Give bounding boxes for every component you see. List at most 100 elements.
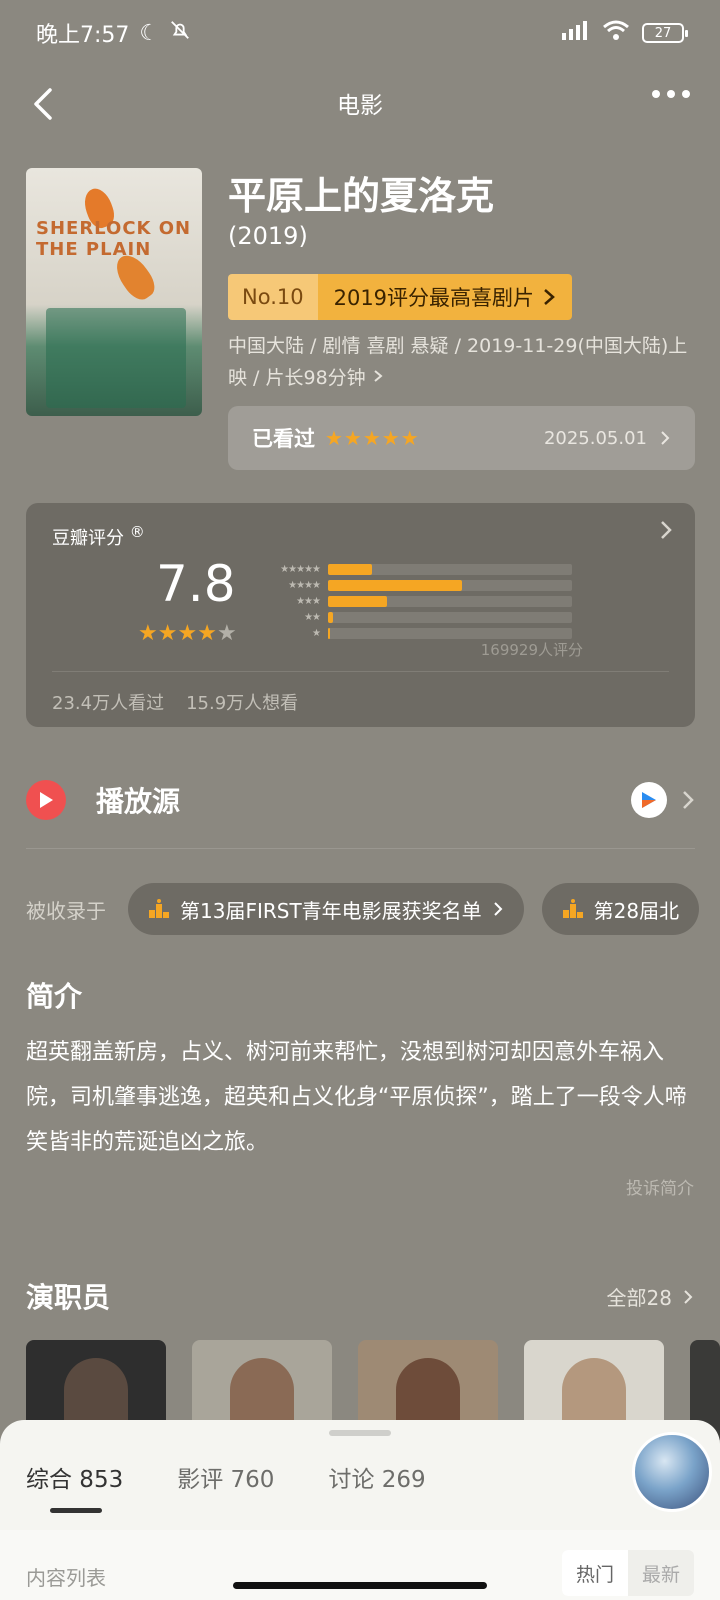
included-label: 被收录于 bbox=[26, 898, 106, 923]
play-icon bbox=[26, 780, 66, 820]
rank-label-text: 2019评分最高喜剧片 bbox=[333, 286, 535, 310]
signal-icon bbox=[558, 20, 590, 46]
movie-poster[interactable]: SHERLOCK ON THE PLAIN bbox=[26, 168, 202, 416]
status-bar: 晚上7:57 ☾ 27 bbox=[0, 0, 720, 66]
more-dot-icon bbox=[682, 90, 690, 98]
ranking-icon bbox=[562, 899, 583, 918]
included-lists: 被收录于 第13届FIRST青年电影展获奖名单 第28届北 bbox=[26, 883, 720, 935]
divider bbox=[52, 671, 669, 672]
distribution-track bbox=[328, 595, 572, 607]
distribution-bar bbox=[328, 595, 387, 607]
star-filled-icon: ★ bbox=[197, 621, 217, 646]
movie-year: (2019) bbox=[228, 222, 308, 250]
battery-indicator: 27 bbox=[642, 23, 688, 43]
rating-label: 豆瓣评分 ® bbox=[52, 523, 145, 550]
chevron-right-icon bbox=[683, 791, 694, 809]
distribution-bar bbox=[328, 563, 372, 575]
sort-toggle: 热门 最新 bbox=[561, 1550, 694, 1596]
divider bbox=[26, 848, 695, 849]
distribution-bar bbox=[328, 627, 331, 639]
distribution-row: ★★★★ bbox=[266, 577, 616, 593]
ranking-icon bbox=[149, 899, 169, 918]
rating-stars: ★★★★★ bbox=[138, 621, 237, 646]
chevron-right-icon bbox=[661, 431, 670, 445]
star-filled-icon: ★ bbox=[157, 621, 178, 646]
tab-discussions[interactable]: 讨论 269 bbox=[328, 1460, 425, 1494]
poster-water bbox=[46, 308, 186, 408]
back-button[interactable] bbox=[22, 82, 66, 126]
cast-all-label: 全部28 bbox=[606, 1286, 672, 1310]
movie-title-block: 平原上的夏洛克 (2019) bbox=[228, 172, 698, 250]
bottom-sheet[interactable]: 综合 853 影评 760 讨论 269 内容列表 热门 最新 bbox=[0, 1420, 720, 1600]
distribution-row: ★★★ bbox=[266, 593, 616, 609]
sheet-tabs: 综合 853 影评 760 讨论 269 bbox=[26, 1460, 426, 1494]
cast-all-link[interactable]: 全部28 bbox=[607, 1282, 694, 1311]
distribution-stars: ★★★★★ bbox=[280, 563, 321, 575]
list-chip-label: 第28届北 bbox=[593, 898, 680, 923]
rating-footer: 23.4万人看过 15.9万人想看 bbox=[52, 689, 298, 715]
complaint-link[interactable]: 投诉简介 bbox=[626, 1174, 694, 1199]
streaming-platform-icon bbox=[631, 782, 667, 818]
content-list-label: 内容列表 bbox=[26, 1566, 106, 1590]
douban-rating-card[interactable]: 豆瓣评分 ® 7.8 ★★★★★ ★★★★★ ★★★★ ★★★ ★★ ★ 169929人… bbox=[26, 503, 695, 727]
tab-reviews[interactable]: 影评 760 bbox=[177, 1460, 274, 1494]
distribution-track bbox=[328, 563, 572, 575]
distribution-track bbox=[328, 579, 572, 591]
more-dot-icon bbox=[667, 90, 675, 98]
list-chip-label: 第13届FIRST青年电影展获奖名单 bbox=[180, 898, 482, 923]
list-chip[interactable]: 第13届FIRST青年电影展获奖名单 bbox=[128, 883, 524, 935]
status-time: 晚上7:57 bbox=[36, 23, 130, 48]
moon-icon: ☾ bbox=[139, 20, 160, 46]
bell-off-icon bbox=[169, 19, 191, 47]
distribution-bar bbox=[328, 611, 333, 623]
sheet-subheader: 内容列表 热门 最新 bbox=[0, 1530, 720, 1600]
registered-mark: ® bbox=[129, 523, 145, 541]
rank-badge[interactable]: No.10 2019评分最高喜剧片 bbox=[228, 274, 573, 320]
movie-meta-text: 中国大陆 / 剧情 喜剧 悬疑 / 2019-11-29(中国大陆)上映 / 片… bbox=[228, 335, 688, 389]
my-rating-stars: ★★★★★ bbox=[325, 426, 420, 450]
assistant-avatar[interactable] bbox=[632, 1432, 712, 1512]
distribution-bar bbox=[328, 579, 463, 591]
tab-overview[interactable]: 综合 853 bbox=[26, 1460, 123, 1494]
sheet-handle[interactable] bbox=[329, 1430, 391, 1436]
play-source-label: 播放源 bbox=[96, 785, 181, 818]
distribution-row: ★★★★★ bbox=[266, 561, 616, 577]
chevron-right-icon bbox=[544, 289, 555, 305]
rating-label-text: 豆瓣评分 bbox=[52, 528, 124, 549]
more-button[interactable] bbox=[652, 90, 690, 98]
rating-score: 7.8 bbox=[156, 555, 236, 613]
watched-label: 已看过 bbox=[252, 427, 315, 451]
tab-indicator bbox=[50, 1508, 102, 1513]
chevron-right-icon bbox=[493, 902, 503, 916]
distribution-row: ★★ bbox=[266, 609, 616, 625]
nav-bar: 电影 bbox=[0, 70, 720, 136]
distribution-stars: ★★ bbox=[304, 611, 321, 623]
poster-title-text: SHERLOCK ON THE PLAIN bbox=[36, 218, 192, 260]
chevron-right-icon bbox=[661, 521, 672, 539]
distribution-track bbox=[328, 611, 572, 623]
play-source-row[interactable]: 播放源 bbox=[26, 768, 695, 832]
distribution-track bbox=[328, 627, 572, 639]
star-filled-icon: ★ bbox=[138, 621, 158, 646]
distribution-stars: ★ bbox=[312, 627, 321, 639]
watched-date: 2025.05.01 bbox=[543, 427, 647, 449]
chevron-right-icon bbox=[684, 1289, 693, 1304]
sort-new-button[interactable]: 最新 bbox=[628, 1550, 694, 1596]
home-indicator[interactable] bbox=[233, 1582, 487, 1589]
sort-hot-button[interactable]: 热门 bbox=[561, 1550, 628, 1596]
rank-label: 2019评分最高喜剧片 bbox=[317, 274, 573, 320]
movie-title: 平原上的夏洛克 bbox=[228, 174, 495, 218]
chevron-right-icon bbox=[374, 370, 383, 382]
rating-voters: 169929人评分 bbox=[480, 641, 583, 659]
movie-meta[interactable]: 中国大陆 / 剧情 喜剧 悬疑 / 2019-11-29(中国大陆)上映 / 片… bbox=[228, 330, 698, 394]
wifi-icon bbox=[602, 19, 630, 47]
want-count: 15.9万人想看 bbox=[186, 693, 299, 714]
rating-detail-arrow[interactable] bbox=[659, 519, 673, 545]
star-filled-icon: ★ bbox=[177, 621, 198, 646]
watched-count: 23.4万人看过 bbox=[52, 693, 165, 714]
cast-title: 演职员 bbox=[26, 1281, 111, 1314]
intro-text[interactable]: 超英翻盖新房，占义、树河前来帮忙，没想到树河却因意外车祸入院，司机肇事逃逸，超英… bbox=[26, 1030, 696, 1165]
watched-status[interactable]: 已看过 ★★★★★ 2025.05.01 bbox=[228, 406, 695, 470]
star-empty-icon: ★ bbox=[216, 621, 237, 646]
list-chip[interactable]: 第28届北 bbox=[541, 883, 700, 935]
